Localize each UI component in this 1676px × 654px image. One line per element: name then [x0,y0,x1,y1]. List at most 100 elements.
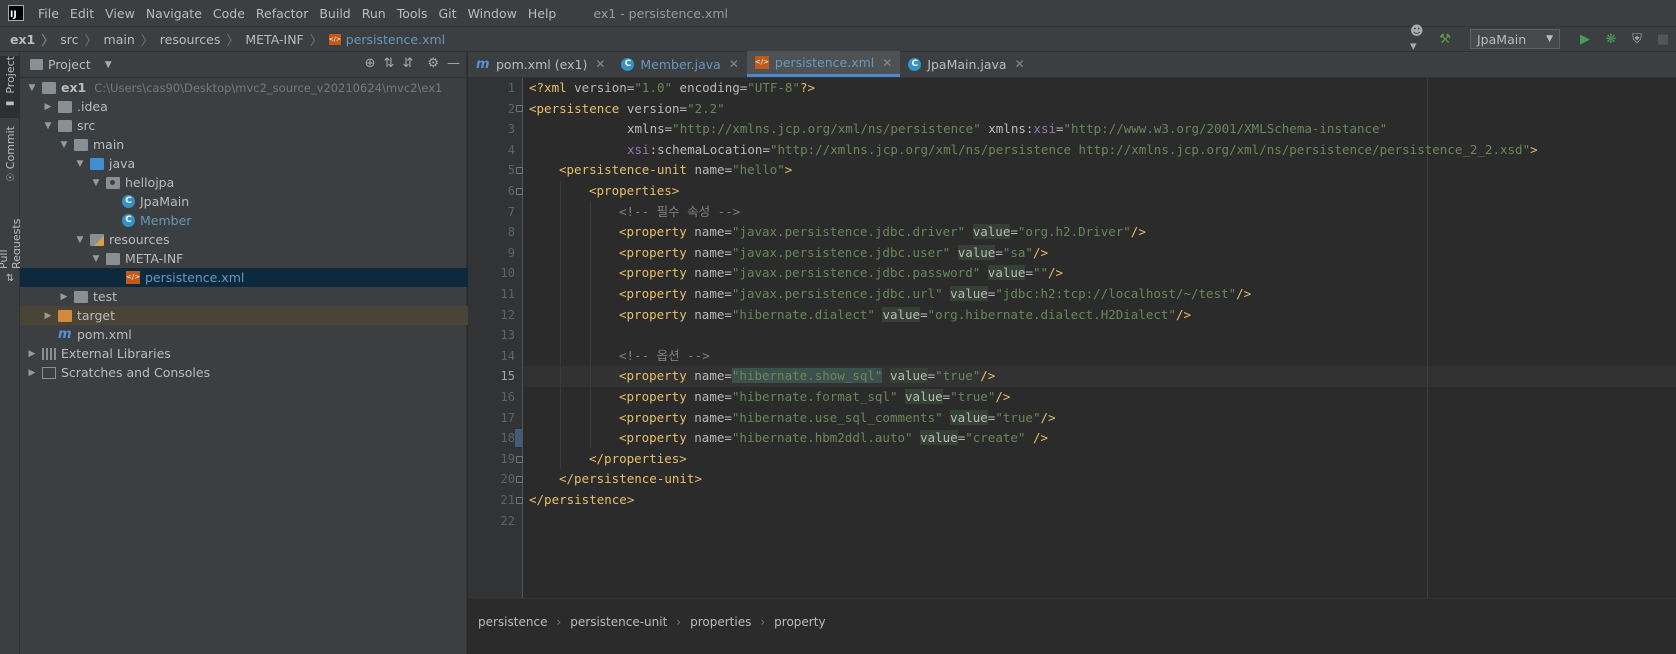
breadcrumb-meta-inf[interactable]: META-INF 〉 [245,30,328,49]
intellij-logo-icon[interactable]: IJ [8,5,24,21]
fold-marker-icon[interactable] [516,105,523,112]
strip-tab-commit[interactable]: Commit ☉ [0,126,20,186]
tree-item-label: Scratches and Consoles [61,365,211,380]
tree-item-pom-xml[interactable]: m pom.xml [20,325,505,344]
breadcrumb-resources[interactable]: resources 〉 [160,30,246,49]
breadcrumb-persistence-xml[interactable]: </> persistence.xml [328,32,445,47]
tree-item-test[interactable]: ▶ test [20,287,505,306]
tree-item-ex1[interactable]: ▼ ex1 C:\Users\cas90\Desktop\mvc2_source… [20,78,473,97]
code-line-19: </properties> [589,450,687,466]
menu-file[interactable]: File [38,6,59,21]
tree-item-java[interactable]: ▼ java [20,154,521,173]
tree-item-external-libraries[interactable]: ▶ External Libraries [20,344,473,363]
menu-help[interactable]: Help [528,6,557,21]
xml-crumb-properties[interactable]: properties [690,615,751,629]
code-editor[interactable]: <?xml version="1.0" encoding="UTF-8"?> <… [524,78,1676,598]
collapse-all-icon[interactable]: ⇵ [402,56,413,71]
tree-item-label: ex1 [61,80,87,95]
breadcrumb-separator-icon: 〉 [226,33,240,49]
breadcrumb-ex1[interactable]: ex1 〉 [10,30,60,49]
stop-icon[interactable]: ■ [1654,30,1672,48]
scratches-icon [42,366,56,379]
chevron-right-icon[interactable]: ▶ [58,292,70,302]
gear-icon[interactable]: ⚙ [427,56,439,71]
fold-marker-icon[interactable] [516,476,523,483]
close-icon[interactable]: ✕ [882,56,892,70]
menu-build[interactable]: Build [319,6,350,21]
folder-icon: ▬ [5,97,15,109]
chevron-down-icon[interactable]: ▼ [90,254,102,264]
strip-tab-label: Commit [3,126,17,170]
change-marker[interactable] [515,429,522,447]
fold-marker-icon[interactable] [516,497,523,504]
chevron-down-icon[interactable]: ▼ [74,235,86,245]
menu-run[interactable]: Run [362,6,386,21]
tree-item-label: pom.xml [77,327,132,342]
folder-icon [106,252,120,265]
fold-marker-icon[interactable] [516,167,523,174]
build-hammer-icon[interactable]: ⚒ [1436,30,1454,48]
pull-request-icon: ⇅ [5,273,15,284]
strip-tab-project[interactable]: Project ▬ [0,56,20,118]
folder-icon [74,138,88,151]
tree-item-target[interactable]: ▶ target [20,306,489,325]
menu-window[interactable]: Window [468,6,517,21]
close-icon[interactable]: ✕ [1015,57,1025,71]
tree-item-resources[interactable]: ▼ resources [20,230,521,249]
menu-refactor[interactable]: Refactor [256,6,308,21]
tree-item-main[interactable]: ▼ main [20,135,505,154]
xml-crumb-persistence-unit[interactable]: persistence-unit [570,615,667,629]
tree-item-src[interactable]: ▼ src [20,116,489,135]
chevron-right-icon[interactable]: ▶ [26,349,38,359]
chevron-right-icon[interactable]: ▶ [42,311,54,321]
tab-jpamain-java[interactable]: C JpaMain.java ✕ [900,51,1032,77]
run-configuration-select[interactable]: JpaMain ▼ [1470,29,1560,49]
menu-edit[interactable]: Edit [70,6,94,21]
line-number: 21 [500,493,515,507]
tree-item-meta-inf[interactable]: ▼ META-INF [20,249,537,268]
run-icon[interactable]: ▶ [1576,30,1594,48]
menu-navigate[interactable]: Navigate [146,6,202,21]
menu-git[interactable]: Git [439,6,457,21]
chevron-down-icon[interactable]: ▼ [74,159,86,169]
chevron-down-icon[interactable]: ▼ [58,140,70,150]
library-icon [42,347,56,360]
close-icon[interactable]: ✕ [595,57,605,71]
line-number-gutter[interactable]: 1 2 3 4 5 6 7 8 9 10 11 12 13 14 15 16 1… [468,78,523,598]
menu-tools[interactable]: Tools [397,6,428,21]
tree-item-label: External Libraries [61,346,171,361]
xml-crumb-persistence[interactable]: persistence [478,615,547,629]
strip-tab-pull-requests[interactable]: Pull Requests ⇅ [0,200,23,284]
chevron-down-icon[interactable]: ▼ [42,121,54,131]
fold-marker-icon[interactable] [516,456,523,463]
tab-persistence-xml[interactable]: </> persistence.xml ✕ [746,51,901,77]
project-view-selector[interactable]: Project ▼ [30,57,112,72]
line-number: 4 [507,142,515,157]
run-config-label: JpaMain [1477,31,1527,47]
hide-panel-icon[interactable]: — [447,56,460,71]
locate-file-icon[interactable]: ⊕ [365,56,376,71]
menu-view[interactable]: View [105,6,135,21]
chevron-down-icon[interactable]: ▼ [26,83,38,93]
chevron-right-icon[interactable]: ▶ [42,102,54,112]
xml-crumb-property[interactable]: property [774,615,825,629]
chevron-down-icon: ▼ [104,59,112,70]
tree-item-hellojpa[interactable]: ▼ hellojpa [20,173,537,192]
coverage-icon[interactable]: ⛨ [1628,30,1646,48]
code-line-12: <property name="hibernate.dialect" value… [619,306,1192,322]
breadcrumb-main[interactable]: main 〉 [104,30,160,49]
menu-code[interactable]: Code [213,6,245,21]
close-icon[interactable]: ✕ [729,57,739,71]
tab-pom-xml[interactable]: m pom.xml (ex1) ✕ [468,51,613,77]
tree-item-scratches[interactable]: ▶ Scratches and Consoles [20,363,473,382]
tree-item-idea[interactable]: ▶ .idea [20,97,489,116]
tab-member-java[interactable]: C Member.java ✕ [613,51,747,77]
fold-marker-icon[interactable] [516,188,523,195]
debug-icon[interactable]: ❋ [1602,30,1620,48]
chevron-down-icon[interactable]: ▼ [90,178,102,188]
user-account-icon[interactable]: ☻▾ [1410,24,1428,54]
chevron-right-icon[interactable]: ▶ [26,368,38,378]
tab-label: persistence.xml [774,55,875,70]
expand-all-icon[interactable]: ⇅ [384,56,395,71]
breadcrumb-src[interactable]: src 〉 [60,30,103,49]
